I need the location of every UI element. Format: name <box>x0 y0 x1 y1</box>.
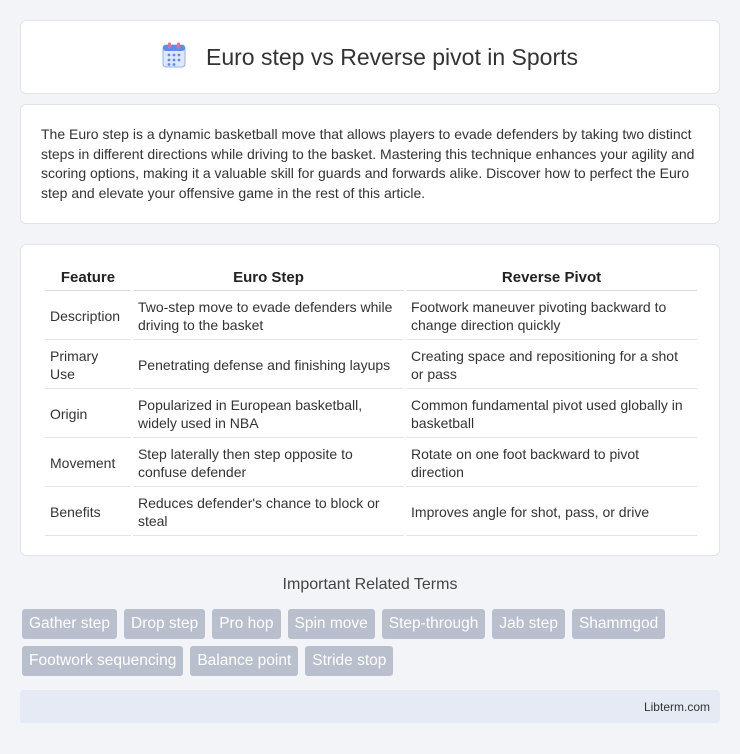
title-wrap: Euro step vs Reverse pivot in Sports <box>162 42 578 73</box>
comparison-table: Feature Euro Step Reverse Pivot Descript… <box>43 263 699 538</box>
row-euro-step: Reduces defender's chance to block or st… <box>132 489 405 536</box>
row-reverse-pivot: Common fundamental pivot used globally i… <box>406 391 697 438</box>
table-row: Origin Popularized in European basketbal… <box>45 391 697 438</box>
header-euro-step: Euro Step <box>132 265 405 291</box>
calendar-icon <box>162 42 186 73</box>
related-terms-list: Gather step Drop step Pro hop Spin move … <box>22 609 722 676</box>
related-term-tag[interactable]: Drop step <box>124 609 206 639</box>
related-term-tag[interactable]: Jab step <box>492 609 565 639</box>
row-reverse-pivot: Improves angle for shot, pass, or drive <box>406 489 697 536</box>
related-term-tag[interactable]: Pro hop <box>212 609 281 639</box>
row-feature: Primary Use <box>45 342 131 389</box>
table-row: Primary Use Penetrating defense and fini… <box>45 342 697 389</box>
table-row: Benefits Reduces defender's chance to bl… <box>45 489 697 536</box>
row-reverse-pivot: Rotate on one foot backward to pivot dir… <box>406 440 697 487</box>
related-term-tag[interactable]: Shammgod <box>571 609 666 639</box>
related-terms-title: Important Related Terms <box>282 576 458 593</box>
comparison-table-card: Feature Euro Step Reverse Pivot Descript… <box>20 244 720 556</box>
footer: Libterm.com <box>20 690 720 723</box>
row-feature: Benefits <box>45 489 131 536</box>
intro-card: The Euro step is a dynamic basketball mo… <box>20 104 720 224</box>
related-term-tag[interactable]: Gather step <box>22 609 117 639</box>
table-header-row: Feature Euro Step Reverse Pivot <box>45 265 697 291</box>
related-term-tag[interactable]: Spin move <box>287 609 375 639</box>
related-term-tag[interactable]: Step-through <box>381 609 486 639</box>
row-feature: Movement <box>45 440 131 487</box>
intro-text: The Euro step is a dynamic basketball mo… <box>41 126 695 201</box>
footer-site-link[interactable]: Libterm.com <box>644 700 710 714</box>
related-term-tag[interactable]: Balance point <box>190 646 299 676</box>
header-card: Euro step vs Reverse pivot in Sports <box>20 20 720 94</box>
row-reverse-pivot: Creating space and repositioning for a s… <box>406 342 697 389</box>
row-euro-step: Step laterally then step opposite to con… <box>132 440 405 487</box>
row-feature: Description <box>45 293 131 340</box>
row-euro-step: Two-step move to evade defenders while d… <box>132 293 405 340</box>
header-reverse-pivot: Reverse Pivot <box>406 265 697 291</box>
header-feature: Feature <box>45 265 131 291</box>
row-euro-step: Popularized in European basketball, wide… <box>132 391 405 438</box>
related-term-tag[interactable]: Footwork sequencing <box>22 646 184 676</box>
table-row: Movement Step laterally then step opposi… <box>45 440 697 487</box>
row-reverse-pivot: Footwork maneuver pivoting backward to c… <box>406 293 697 340</box>
related-term-tag[interactable]: Stride stop <box>305 646 394 676</box>
page-title: Euro step vs Reverse pivot in Sports <box>206 43 578 70</box>
table-row: Description Two-step move to evade defen… <box>45 293 697 340</box>
row-euro-step: Penetrating defense and finishing layups <box>132 342 405 389</box>
row-feature: Origin <box>45 391 131 438</box>
